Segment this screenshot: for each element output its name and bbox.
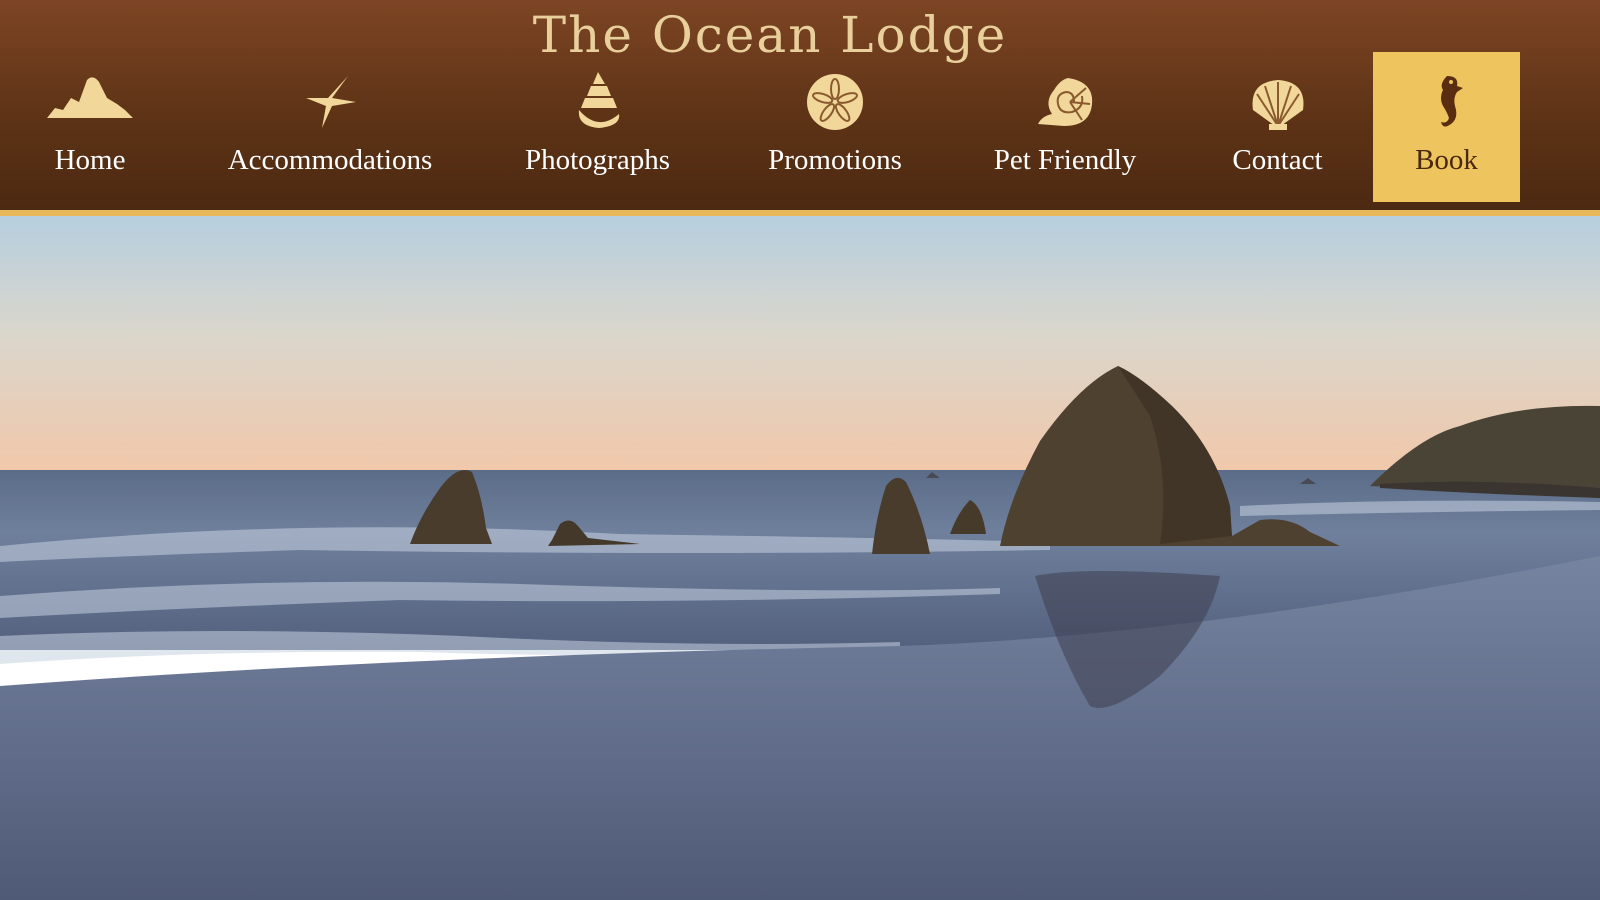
nav-label-promotions: Promotions — [768, 144, 902, 176]
nav-label-accommodations: Accommodations — [227, 144, 433, 176]
nav-label-book: Book — [1415, 144, 1478, 176]
main-nav: Home Accommodations Photographs Promotio… — [0, 52, 1600, 202]
nav-item-promotions[interactable]: Promotions — [745, 52, 925, 202]
page: The Ocean Lodge Home Accommodations Phot… — [0, 0, 1600, 900]
nav-label-contact: Contact — [1232, 144, 1323, 176]
nav-item-pet-friendly[interactable]: Pet Friendly — [975, 52, 1155, 202]
site-header: The Ocean Lodge Home Accommodations Phot… — [0, 0, 1600, 210]
nav-item-home[interactable]: Home — [30, 52, 150, 202]
sand-dollar-icon — [807, 74, 863, 130]
hero-beach-photo — [0, 216, 1600, 900]
nav-item-photographs[interactable]: Photographs — [505, 52, 690, 202]
nav-label-home: Home — [54, 144, 126, 176]
nav-item-accommodations[interactable]: Accommodations — [215, 52, 445, 202]
nautilus-shell-icon — [1038, 78, 1093, 126]
nav-item-contact[interactable]: Contact — [1200, 52, 1355, 202]
book-button[interactable]: Book — [1373, 52, 1520, 202]
seahorse-icon — [1440, 76, 1463, 127]
conch-shell-icon — [578, 72, 619, 128]
scallop-shell-icon — [1252, 80, 1303, 130]
nav-label-pet-friendly: Pet Friendly — [993, 144, 1137, 176]
nav-label-photographs: Photographs — [525, 144, 670, 176]
haystack-rock-icon — [47, 77, 133, 118]
starfish-icon — [306, 76, 356, 128]
